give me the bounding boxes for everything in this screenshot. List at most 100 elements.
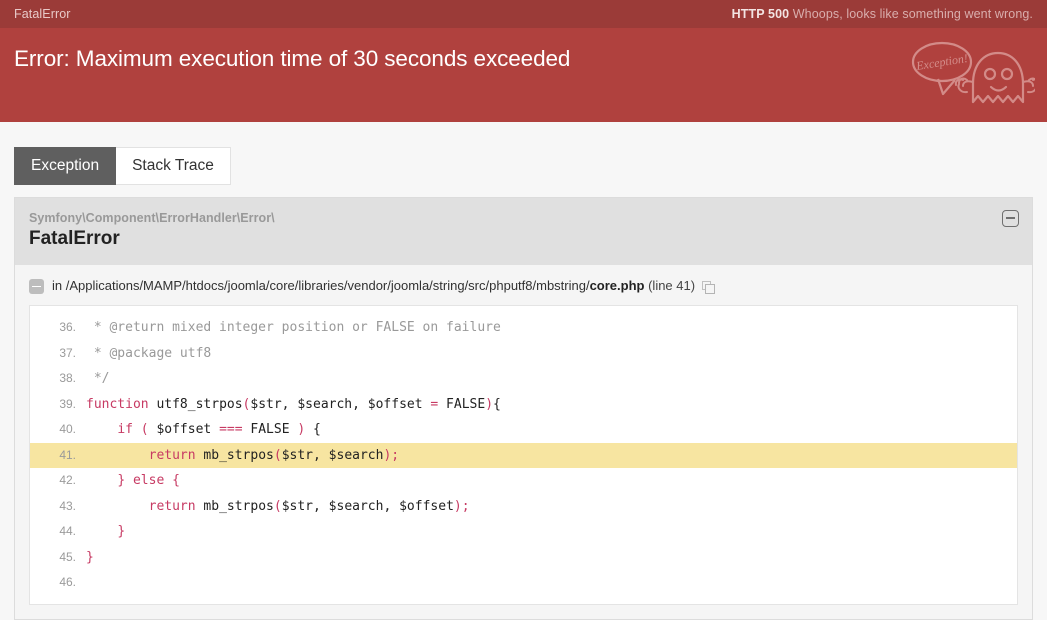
trace-block: in /Applications/MAMP/htdocs/joomla/core… [15,265,1032,619]
code-token: ) [297,422,306,437]
code-line: 39. function utf8_strpos($str, $search, $… [30,392,1017,418]
code-line-number: 45. [59,549,76,564]
trace-dir-path: /Applications/MAMP/htdocs/joomla/core/li… [65,278,590,293]
copy-icon-front-square [705,283,716,294]
code-line-number: 43. [59,498,76,513]
page-title: Error: Maximum execution time of 30 seco… [14,46,571,71]
code-token: ); [453,498,470,514]
http-status-label: HTTP 500 Whoops, looks like something we… [732,7,1033,21]
minus-square-icon[interactable] [29,278,44,294]
code-line-text: } [86,520,1017,545]
code-line-text: * @package utf8 [86,342,1017,367]
tab-list: Exception Stack Trace [14,147,1033,185]
top-status-strip: FatalError HTTP 500 Whoops, looks like s… [0,0,1047,28]
code-token: $offset [148,422,220,437]
code-token: $str, $search, $offset [281,498,454,514]
code-line: 37. * @package utf8 [30,341,1017,367]
code-token: } [117,473,126,488]
code-token: { [493,396,501,412]
code-token: utf8_strpos [148,396,243,412]
code-line-number: 44. [59,524,76,538]
code-line-number: 38. [59,371,76,385]
code-snippet: 36. * @return mixed integer position or … [29,305,1018,605]
exception-class-name: FatalError [29,228,120,249]
code-token: ( [273,447,282,463]
code-line-text: if ( $offset === FALSE ) { [86,418,1017,443]
exception-namespace: Symfony\Component\ErrorHandler\Error\ [29,211,275,225]
code-token: ) [485,396,494,412]
code-token: return [148,447,196,463]
code-token: return [148,498,196,514]
exception-header: Symfony\Component\ErrorHandler\Error\ Fa… [15,198,1032,265]
code-line: 45.} [30,545,1017,571]
code-line: 46. [30,570,1017,595]
code-token: ( [273,498,282,514]
code-line-text: return mb_strpos($str, $search, $offset)… [86,495,1017,520]
http-status-message: Whoops, looks like something went wrong. [792,7,1033,21]
tabs-container: Exception Stack Trace [0,122,1047,185]
tab-stack-trace[interactable]: Stack Trace [116,147,231,185]
code-line-number: 36. [59,320,76,334]
trace-file-line: in /Applications/MAMP/htdocs/joomla/core… [29,275,1018,305]
error-header: Error: Maximum execution time of 30 seco… [0,28,1047,122]
code-token: if [117,422,133,437]
code-line: 40. if ( $offset === FALSE ) { [30,417,1017,443]
code-line-number: 37. [59,345,76,360]
trace-line-number: (line 41) [644,278,696,293]
code-token: * @return mixed integer position or FALS… [86,320,501,335]
code-line: 43. return mb_strpos($str, $search, $off… [30,494,1017,520]
code-line-text: * @return mixed integer position or FALS… [86,316,1017,341]
code-line: 42. } else { [30,468,1017,494]
copy-icon[interactable] [702,280,716,294]
code-line-number: 39. [59,396,76,411]
code-token: mb_strpos [195,447,274,463]
code-token: } [86,549,94,565]
minus-square-icon[interactable] [1002,210,1019,227]
code-token: * @package utf8 [86,345,212,361]
code-token: */ [86,371,110,386]
code-line-number: 46. [59,575,76,589]
trace-file-path[interactable]: in /Applications/MAMP/htdocs/joomla/core… [52,277,695,295]
code-line-text: } else { [86,469,1017,494]
code-line-text: function utf8_strpos($str, $search, $off… [86,393,1017,418]
code-line-number: 40. [59,422,76,436]
code-token: { [305,422,321,437]
code-line-text: } [86,546,1017,571]
code-line: 38. */ [30,366,1017,392]
code-token: { [172,473,180,488]
trace-file-name: core.php [589,278,645,293]
tab-exception-label: Exception [31,157,100,174]
code-token: ( [140,422,149,437]
code-token: FALSE [242,422,298,437]
http-status-code: HTTP 500 [731,7,790,21]
code-token: } [117,524,126,539]
code-token: === [219,422,243,437]
code-line-text: return mb_strpos($str, $search); [86,444,1017,469]
trace-prefix: in [52,278,66,293]
code-token: ); [383,447,400,463]
code-line-text: */ [86,367,1017,392]
code-token: else [132,473,165,488]
code-line: 41. return mb_strpos($str, $search); [30,442,1017,469]
code-line: 36. * @return mixed integer position or … [30,315,1017,341]
exception-panel: Symfony\Component\ErrorHandler\Error\ Fa… [14,197,1033,620]
tab-exception[interactable]: Exception [14,147,117,185]
code-line-number: 41. [59,447,76,462]
code-line: 44. } [30,519,1017,545]
code-token: function [86,396,149,412]
code-token: $str, $search [281,447,384,463]
code-token: FALSE [438,396,486,412]
tab-stack-trace-label: Stack Trace [132,157,214,174]
code-line-number: 42. [59,473,76,487]
exception-name-label: FatalError [14,7,71,21]
code-token: $str, $search, $offset [250,396,431,412]
code-token: mb_strpos [195,498,274,514]
